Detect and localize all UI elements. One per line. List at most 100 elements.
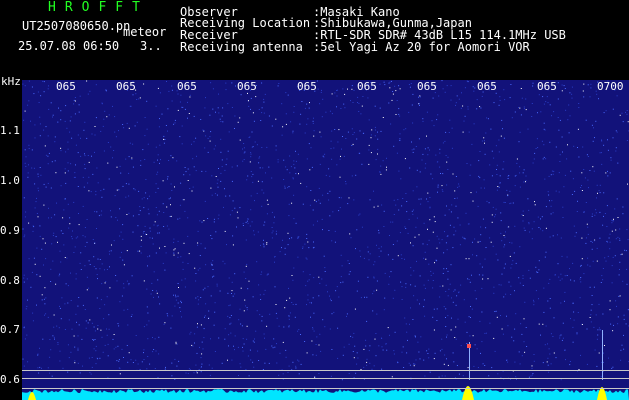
noise-pixel: [384, 272, 386, 274]
y-tick-0-6: 0.6: [0, 373, 20, 386]
noise-pixel: [67, 203, 69, 205]
noise-pixel: [201, 170, 203, 172]
noise-pixel: [418, 103, 420, 105]
noise-pixel: [275, 145, 277, 147]
noise-pixel: [560, 302, 562, 304]
noise-pixel: [455, 230, 457, 232]
noise-pixel: [254, 338, 255, 340]
noise-pixel: [324, 271, 326, 272]
noise-pixel: [152, 243, 154, 245]
noise-pixel: [314, 199, 316, 201]
noise-pixel: [250, 156, 252, 158]
noise-pixel: [547, 102, 549, 104]
noise-pixel: [97, 258, 99, 260]
noise-pixel: [499, 96, 501, 98]
noise-pixel: [77, 152, 79, 154]
noise-pixel: [217, 179, 219, 181]
noise-pixel: [302, 248, 304, 249]
noise-pixel: [347, 203, 349, 205]
noise-pixel: [109, 253, 110, 255]
noise-pixel: [444, 214, 446, 216]
noise-pixel: [203, 130, 205, 132]
noise-pixel: [495, 145, 497, 147]
noise-pixel: [355, 372, 357, 374]
noise-pixel: [146, 128, 148, 130]
noise-pixel: [39, 347, 40, 349]
noise-pixel: [123, 127, 125, 129]
noise-pixel: [78, 213, 79, 214]
noise-pixel: [389, 235, 390, 236]
noise-pixel: [136, 99, 138, 100]
noise-pixel: [82, 205, 84, 207]
noise-pixel: [340, 108, 342, 109]
noise-pixel: [548, 175, 550, 177]
noise-pixel: [251, 221, 253, 223]
noise-pixel: [610, 159, 612, 161]
noise-pixel: [236, 211, 238, 213]
noise-pixel: [368, 144, 370, 146]
noise-pixel: [300, 182, 302, 184]
noise-pixel: [187, 168, 189, 170]
noise-pixel: [100, 214, 102, 216]
noise-pixel: [266, 242, 268, 244]
noise-pixel: [459, 244, 461, 246]
noise-pixel: [276, 343, 277, 345]
noise-pixel: [493, 102, 495, 104]
noise-pixel: [564, 88, 566, 89]
noise-pixel: [524, 351, 526, 353]
noise-pixel: [557, 98, 559, 100]
noise-pixel: [543, 122, 545, 124]
noise-pixel: [259, 314, 261, 316]
noise-pixel: [273, 222, 275, 224]
noise-pixel: [288, 316, 290, 318]
noise-pixel: [55, 236, 57, 238]
noise-pixel: [64, 120, 66, 122]
noise-pixel: [27, 172, 29, 174]
noise-pixel: [603, 215, 604, 217]
noise-pixel: [449, 224, 451, 226]
noise-pixel: [175, 299, 177, 301]
noise-pixel: [412, 93, 414, 95]
noise-pixel: [168, 160, 170, 161]
noise-pixel: [454, 289, 456, 291]
noise-pixel: [597, 329, 599, 331]
noise-pixel: [220, 151, 222, 153]
noise-pixel: [253, 366, 255, 368]
noise-pixel: [84, 121, 86, 123]
noise-pixel: [549, 236, 551, 238]
noise-pixel: [420, 96, 421, 98]
noise-pixel: [477, 241, 479, 243]
noise-pixel: [130, 359, 132, 361]
noise-pixel: [525, 109, 527, 111]
noise-pixel: [254, 200, 255, 202]
noise-pixel: [397, 362, 399, 364]
noise-pixel: [392, 91, 394, 92]
noise-pixel: [143, 349, 145, 351]
noise-pixel: [157, 87, 159, 89]
noise-pixel: [263, 293, 265, 295]
noise-pixel: [573, 319, 575, 321]
noise-pixel: [313, 117, 314, 119]
noise-pixel: [580, 354, 581, 356]
noise-pixel: [592, 140, 594, 142]
noise-pixel: [474, 290, 476, 292]
noise-pixel: [544, 129, 546, 131]
noise-pixel: [213, 275, 215, 277]
noise-pixel: [455, 176, 457, 177]
noise-pixel: [604, 345, 605, 346]
noise-pixel: [347, 88, 348, 90]
noise-pixel: [439, 152, 441, 154]
noise-pixel: [317, 220, 318, 222]
noise-pixel: [569, 92, 571, 94]
noise-pixel: [379, 83, 381, 85]
noise-pixel: [338, 129, 340, 131]
noise-pixel: [73, 103, 75, 105]
spectrogram[interactable]: [22, 80, 629, 400]
noise-pixel: [313, 135, 315, 137]
noise-pixel: [91, 133, 93, 135]
noise-pixel: [564, 291, 566, 293]
noise-pixel: [214, 311, 216, 313]
noise-pixel: [560, 379, 562, 381]
noise-pixel: [23, 277, 25, 279]
noise-pixel: [503, 246, 505, 248]
